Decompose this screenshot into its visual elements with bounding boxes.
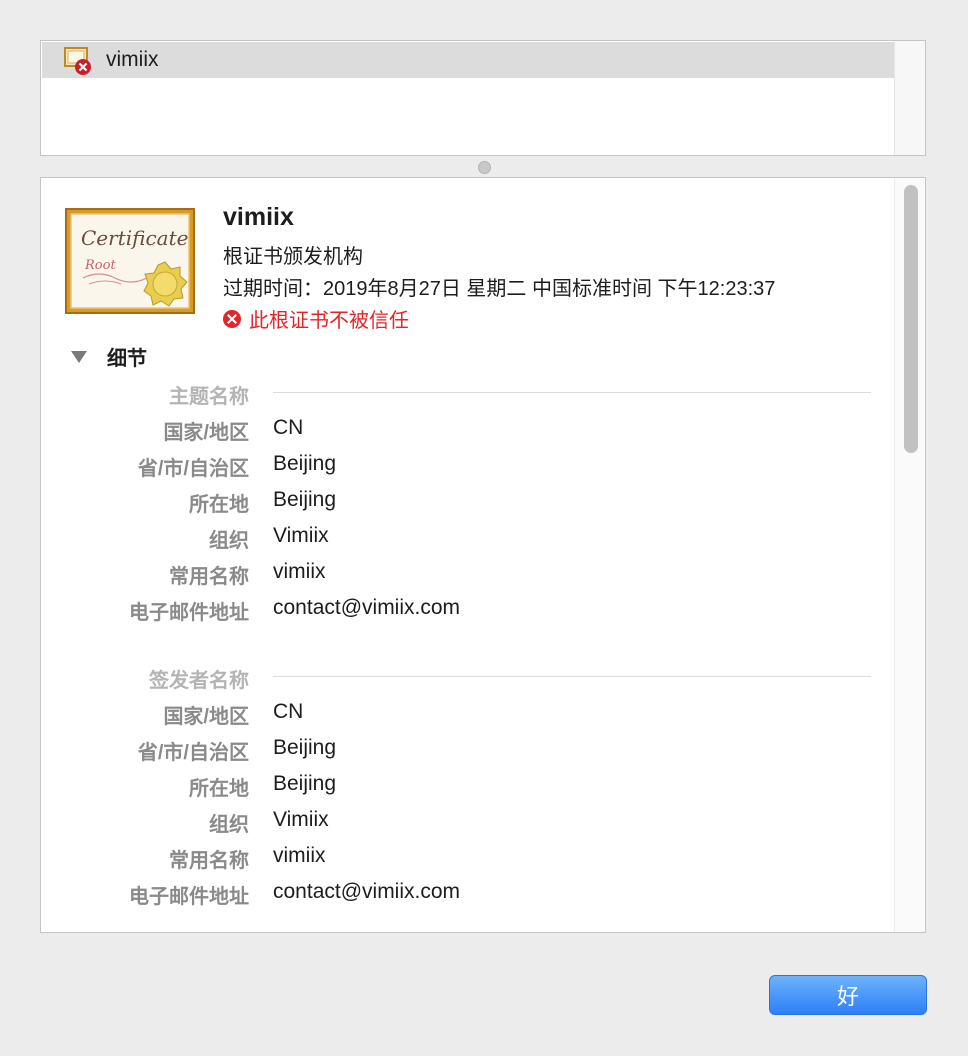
subject-field-value: Beijing (273, 452, 337, 475)
split-view-handle[interactable] (478, 161, 491, 174)
certificate-list-item[interactable]: vimiix (42, 42, 896, 78)
detail-scrollbar-thumb[interactable] (904, 185, 918, 453)
subject-section-title: 主题名称 (169, 386, 249, 408)
subject-field-label: 所在地 (189, 494, 249, 516)
certificate-type: 根证书颁发机构 (223, 246, 363, 268)
ok-button[interactable]: 好 (769, 975, 927, 1015)
issuer-field-value: Vimiix (273, 808, 329, 831)
certificate-icon-text: Certificate (81, 226, 188, 250)
certificate-expiry: 过期时间：2019年8月27日 星期二 中国标准时间 下午12:23:37 (223, 278, 776, 300)
issuer-field-label: 省/市/自治区 (137, 742, 249, 764)
disclosure-triangle-icon[interactable] (71, 350, 87, 363)
issuer-field-value: Beijing (273, 772, 337, 795)
subject-field-label: 常用名称 (169, 566, 249, 588)
issuer-field-label: 常用名称 (169, 850, 249, 872)
subject-field-value: contact@vimiix.com (273, 596, 461, 619)
subject-field-value: CN (273, 416, 304, 439)
subject-field-label: 组织 (209, 530, 249, 552)
issuer-field-value: Beijing (273, 736, 337, 759)
subject-field-label: 国家/地区 (163, 422, 249, 444)
issuer-field-value: vimiix (273, 844, 326, 867)
certificate-list-item-label: vimiix (106, 48, 159, 71)
details-label: 细节 (107, 348, 147, 370)
subject-section-divider (273, 392, 871, 393)
issuer-field-value: contact@vimiix.com (273, 880, 461, 903)
issuer-field-label: 国家/地区 (163, 706, 249, 728)
certificate-detail-panel: Certificate Root vimiix 根证书颁发机构 过期时间：201… (40, 177, 926, 933)
subject-field-value: Beijing (273, 488, 337, 511)
issuer-field-label: 组织 (209, 814, 249, 836)
certificate-icon-subtext: Root (84, 258, 116, 273)
issuer-field-value: CN (273, 700, 304, 723)
certificate-name: vimiix (223, 203, 294, 231)
certificate-list-scrollbar[interactable] (894, 41, 925, 155)
certificate-list[interactable]: vimiix (40, 40, 926, 156)
issuer-section-title: 签发者名称 (149, 670, 249, 692)
certificate-icon: Certificate Root (65, 208, 195, 314)
detail-scrollbar[interactable] (894, 178, 925, 932)
trust-warning: 此根证书不被信任 (223, 304, 409, 333)
subject-field-label: 省/市/自治区 (137, 458, 249, 480)
certificate-error-icon (62, 44, 94, 76)
issuer-field-label: 所在地 (189, 778, 249, 800)
subject-field-value: vimiix (273, 560, 326, 583)
subject-field-value: Vimiix (273, 524, 329, 547)
details-disclosure[interactable]: 细节 (71, 342, 147, 371)
trust-warning-text: 此根证书不被信任 (249, 310, 409, 332)
issuer-section-divider (273, 676, 871, 677)
subject-field-label: 电子邮件地址 (129, 602, 249, 624)
error-circle-icon (223, 309, 241, 328)
issuer-field-label: 电子邮件地址 (129, 886, 249, 908)
